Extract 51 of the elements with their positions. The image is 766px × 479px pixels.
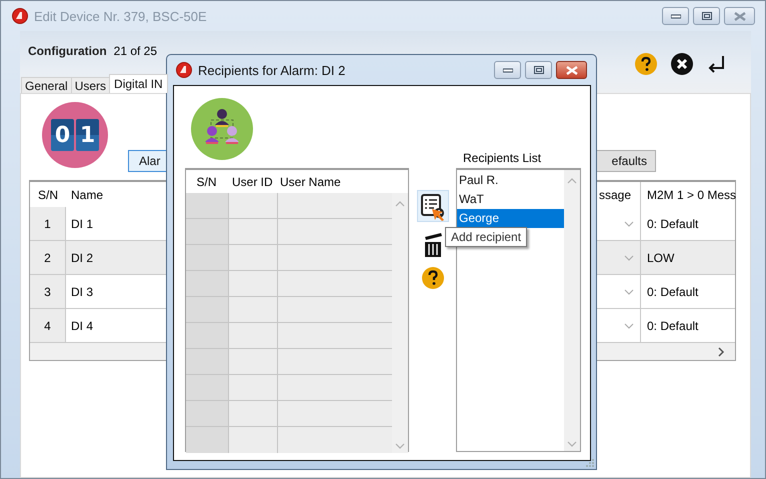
table-cell: 3 <box>30 275 66 309</box>
scroll-down-icon <box>567 441 577 447</box>
maximize-icon <box>702 12 712 20</box>
table-cell: LOW <box>641 241 735 275</box>
dropdown-chevron-icon <box>624 322 634 328</box>
minimize-icon <box>670 13 680 19</box>
close-icon <box>671 53 693 75</box>
minimize-icon <box>502 67 512 73</box>
help-icon <box>420 266 444 290</box>
minimize-button[interactable] <box>494 61 521 79</box>
app-logo-icon <box>12 8 28 24</box>
window-title: Edit Device Nr. 379, BSC-50E <box>34 8 207 24</box>
tab[interactable]: Users <box>70 77 110 93</box>
app-logo-icon <box>176 62 192 78</box>
table-cell: 1 <box>30 207 66 241</box>
close-button[interactable] <box>556 61 587 79</box>
add-to-list-icon <box>420 194 444 218</box>
dropdown-chevron-icon <box>624 288 634 294</box>
digital-input-icon: 0 1 <box>42 102 108 168</box>
scroll-up-icon <box>567 178 577 184</box>
maximize-button[interactable] <box>693 7 720 25</box>
add-recipient-button[interactable] <box>416 190 448 222</box>
table-cell: 2 <box>30 241 66 275</box>
close-icon <box>734 12 746 20</box>
scroll-down-icon <box>395 443 405 449</box>
recipient-item[interactable]: George <box>457 209 564 228</box>
tab[interactable]: General <box>21 77 72 93</box>
recipient-item[interactable]: WaT <box>457 190 564 209</box>
configuration-value: 21 of 25 <box>114 44 158 58</box>
minimize-button[interactable] <box>662 7 689 25</box>
column-header: ssage <box>599 182 641 207</box>
resize-grip-icon <box>584 457 595 468</box>
vertical-scrollbar[interactable] <box>392 193 408 453</box>
mouse-cursor-icon <box>431 208 445 222</box>
help-icon <box>635 53 657 75</box>
users-group-icon <box>191 98 253 160</box>
tooltip: Add recipient <box>445 227 528 247</box>
maximize-icon <box>534 66 544 74</box>
close-icon <box>566 66 578 74</box>
configuration-label: Configuration <box>28 44 107 58</box>
dialog-title: Recipients for Alarm: DI 2 <box>198 62 346 78</box>
dropdown-chevron-icon <box>624 254 634 260</box>
table-cell: 4 <box>30 309 66 343</box>
scroll-right-icon <box>718 346 725 356</box>
recipients-list-label: Recipients List <box>462 151 542 165</box>
return-arrow-icon <box>707 54 725 74</box>
scroll-up-icon <box>395 201 405 207</box>
maximize-button[interactable] <box>525 61 552 79</box>
dropdown-chevron-icon <box>624 220 634 226</box>
vertical-scrollbar[interactable] <box>564 170 580 451</box>
tab[interactable]: Digital IN <box>109 74 168 93</box>
